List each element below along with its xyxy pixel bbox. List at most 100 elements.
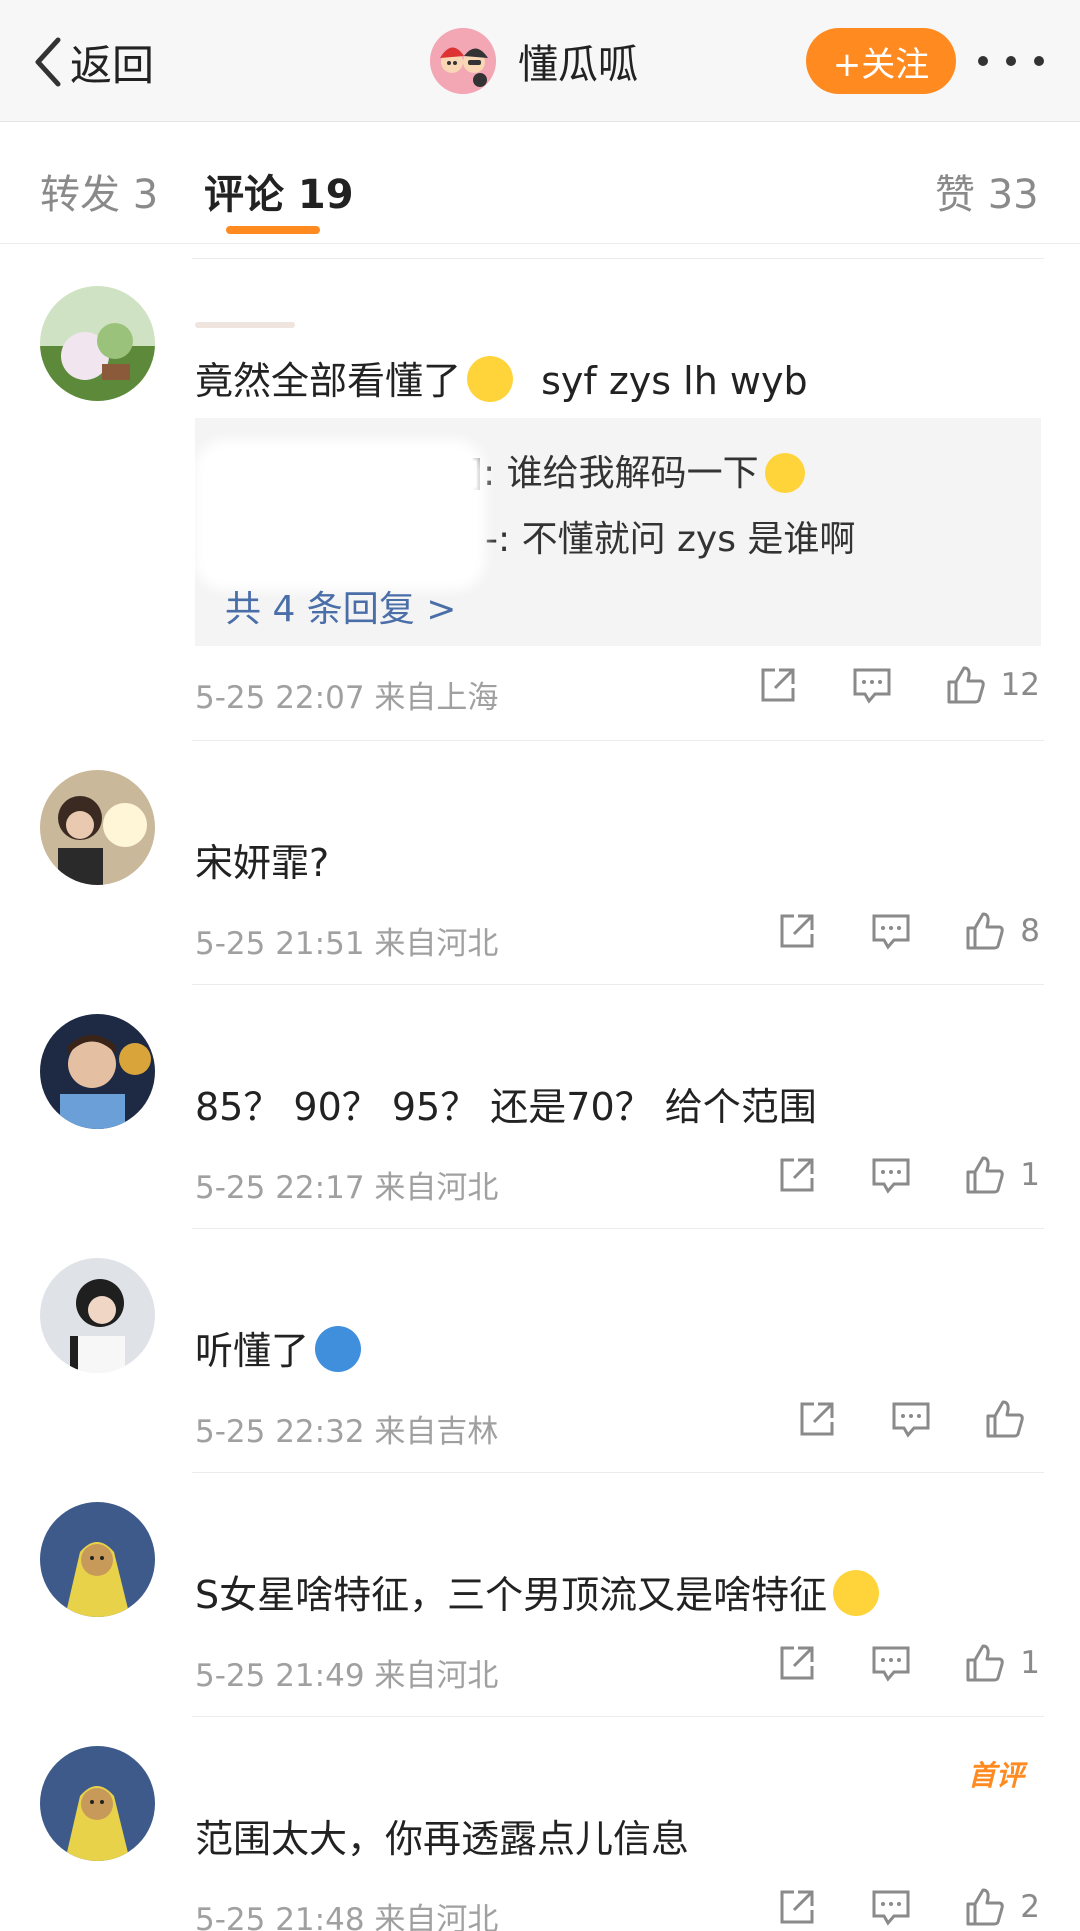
like-button[interactable] [984,1398,1040,1440]
portrait-avatar-icon [40,1014,155,1129]
share-button[interactable] [776,1642,818,1684]
comment-meta: 5-25 21:49 来自河北 [195,1658,499,1694]
comment-meta: 5-25 22:17 来自河北 [195,1170,499,1206]
reply-button[interactable] [851,664,893,706]
comment-text: 85？ 90？ 95？ 还是70？ 给个范围 [195,1085,817,1129]
comment-text: 竟然全部看懂了 syf zys lh wyb [195,350,808,405]
portrait-avatar-icon [40,1258,155,1373]
share-icon [780,1646,814,1680]
reply-line: -: 不懂就问 zys 是谁啊 [485,519,856,560]
reply-line: ]: 谁给我解码一下 [469,444,805,496]
reply-button[interactable] [870,1154,912,1196]
share-icon [800,1402,834,1436]
reply-button[interactable] [870,910,912,952]
avatar[interactable] [40,1746,155,1861]
share-icon [780,1158,814,1192]
dizzy-emoji-icon [833,1570,880,1616]
comment-icon [872,914,910,950]
thumbs-up-icon [966,912,1005,950]
thumbs-up-icon [966,1888,1005,1926]
divider [192,258,1044,259]
divider [192,1228,1044,1229]
like-button[interactable]: 1 [964,1154,1040,1196]
more-icon[interactable] [978,56,1044,68]
comment-icon [872,1646,910,1682]
comment-meta: 5-25 21:51 来自河北 [195,926,499,962]
like-button[interactable]: 12 [945,664,1040,706]
comment-actions [796,1398,1040,1440]
comment-actions: 12 [757,664,1040,706]
tab-comments[interactable]: 评论 19 [204,162,354,220]
view-all-replies-link[interactable]: 共 4 条回复 > [225,580,456,632]
divider [192,984,1044,985]
landscape-avatar-icon [40,286,155,401]
tab-bar: 转发 3 评论 19 赞 33 [0,122,1080,244]
top-bar: 返回 懂瓜呱 +关注 [0,0,1080,122]
like-count: 12 [1000,667,1040,703]
comment-meta: 5-25 22:07 来自上海 [195,680,499,716]
reply-button[interactable] [870,1886,912,1928]
divider [192,740,1044,741]
comment-text: 听懂了 [195,1320,362,1375]
share-button[interactable] [776,910,818,952]
share-button[interactable] [776,1886,818,1928]
divider [192,1472,1044,1473]
like-button[interactable]: 2 [964,1886,1040,1928]
comment-meta: 5-25 21:48 来自河北 [195,1902,499,1931]
laughing-tears-emoji-icon [467,356,514,402]
like-count: 1 [1020,1645,1040,1681]
username-hidden [195,322,295,328]
account-avatar[interactable] [430,28,496,94]
comment-icon [853,668,891,704]
tab-reposts[interactable]: 转发 3 [40,162,158,220]
back-button[interactable]: 返回 [30,30,154,94]
avatar[interactable] [40,1258,155,1373]
comment-actions: 8 [776,910,1040,952]
bear-avatar-icon [40,1746,155,1861]
account-name: 懂瓜呱 [518,42,638,88]
like-count: 2 [1020,1889,1040,1925]
avatar[interactable] [40,286,155,401]
like-count: 8 [1020,913,1040,949]
thumbs-up-icon [986,1400,1024,1438]
avatar[interactable] [40,770,155,885]
comment-actions: 1 [776,1642,1040,1684]
comment-icon [872,1890,910,1926]
share-icon [780,914,814,948]
comment-meta: 5-25 22:32 来自吉林 [195,1414,499,1450]
tab-active-indicator [226,226,320,234]
portrait-avatar-icon [40,770,155,885]
cartoon-avatar-icon [430,28,496,94]
like-count: 1 [1020,1157,1040,1193]
like-button[interactable]: 8 [964,910,1040,952]
comment-actions: 2 [776,1886,1040,1928]
follow-button[interactable]: +关注 [806,28,956,94]
comment-icon [892,1402,930,1438]
reply-button[interactable] [870,1642,912,1684]
share-button[interactable] [757,664,799,706]
back-label: 返回 [70,40,155,90]
bear-avatar-icon [40,1502,155,1617]
thumbs-up-icon [947,666,985,704]
comment-text: 宋妍霏? [195,841,330,885]
first-comment-badge: 首评 [968,1759,1025,1792]
thumbs-up-icon [966,1644,1005,1682]
reply-preview[interactable]: ]: 谁给我解码一下 -: 不懂就问 zys 是谁啊 共 4 条回复 > [195,418,1041,646]
divider [192,1716,1044,1717]
like-button[interactable]: 1 [964,1642,1040,1684]
share-icon [780,1890,814,1924]
share-button[interactable] [776,1154,818,1196]
account-header[interactable]: 懂瓜呱 [430,26,638,96]
thinking-emoji-icon [764,453,805,493]
share-button[interactable] [796,1398,838,1440]
doraemon-emoji-icon [315,1326,362,1372]
share-icon [761,668,795,702]
reply-button[interactable] [890,1398,932,1440]
comment-icon [872,1158,910,1194]
tab-likes[interactable]: 赞 33 [935,162,1039,220]
avatar[interactable] [40,1502,155,1617]
comment-actions: 1 [776,1154,1040,1196]
avatar[interactable] [40,1014,155,1129]
comment-text: S女星啥特征，三个男顶流又是啥特征 [195,1564,880,1619]
thumbs-up-icon [966,1156,1005,1194]
